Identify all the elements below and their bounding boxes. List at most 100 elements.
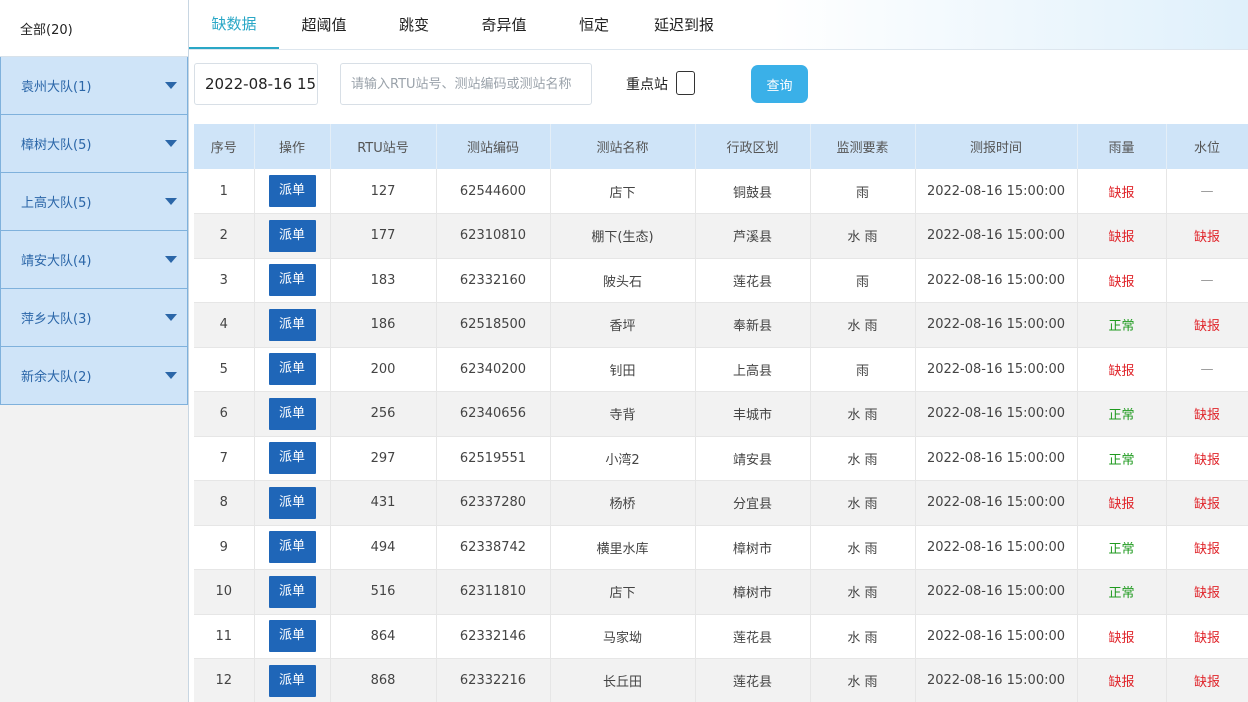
cell-no: 12 <box>194 658 255 702</box>
cell-element-text: 水 雨 <box>847 319 878 335</box>
cell-name-text: 棚下(生态) <box>591 230 654 246</box>
cell-no: 7 <box>194 436 255 481</box>
cell-rtu-text: 516 <box>370 584 396 600</box>
chevron-down-icon[interactable] <box>165 82 177 89</box>
sidebar-group-yuanzhou[interactable]: 袁州大队(1) <box>0 57 188 115</box>
cell-region-text: 樟树市 <box>732 586 772 602</box>
cell-water: 缺报 <box>1166 480 1248 526</box>
cell-element: 水 雨 <box>810 480 916 526</box>
dispatch-button[interactable]: 派单 <box>268 175 316 207</box>
sidebar-group-zhangshu[interactable]: 樟树大队(5) <box>0 115 188 173</box>
cell-rain: 缺报 <box>1077 614 1167 659</box>
cell-time: 2022-08-16 15:00:00 <box>915 302 1078 348</box>
cell-code: 62332216 <box>436 658 551 702</box>
sidebar-group-label: 樟树大队(5) <box>21 138 92 153</box>
cell-code-text: 62332160 <box>459 272 527 288</box>
cell-region: 靖安县 <box>695 436 811 481</box>
dispatch-button[interactable]: 派单 <box>268 620 316 653</box>
cell-element-text: 水 雨 <box>847 586 878 602</box>
chevron-down-icon[interactable] <box>165 372 177 379</box>
cell-time-text: 2022-08-16 15:00:00 <box>926 584 1066 600</box>
tab-jump[interactable]: 跳变 <box>369 0 459 49</box>
header-time: 测报时间 <box>915 124 1078 169</box>
sidebar-group-pingxiang[interactable]: 萍乡大队(3) <box>0 289 188 347</box>
key-station-checkbox[interactable] <box>676 71 695 95</box>
cell-time-text: 2022-08-16 15:00:00 <box>926 228 1066 244</box>
cell-no: 2 <box>194 213 255 259</box>
cell-water-text: — <box>1200 183 1214 199</box>
cell-rain-text: 缺报 <box>1108 675 1135 691</box>
cell-element: 雨 <box>810 258 916 303</box>
tab-missing-data[interactable]: 缺数据 <box>189 0 279 49</box>
chevron-down-icon[interactable] <box>165 256 177 263</box>
cell-water-text: 缺报 <box>1193 541 1220 557</box>
table-row: 12 派单 868 62332216 长丘田 莲花县 水 雨 2022-08-16 15:00… <box>194 658 1248 702</box>
cell-region: 上高县 <box>695 347 811 392</box>
cell-rain-text: 缺报 <box>1108 630 1135 646</box>
cell-code: 62310810 <box>436 213 551 259</box>
tab-outlier[interactable]: 奇异值 <box>459 0 549 49</box>
cell-code-text: 62518500 <box>459 317 527 333</box>
dispatch-button[interactable]: 派单 <box>268 353 316 386</box>
date-input[interactable] <box>194 63 318 105</box>
dispatch-button[interactable]: 派单 <box>268 664 316 697</box>
cell-name-text: 香坪 <box>609 319 636 335</box>
cell-rain-text: 正常 <box>1108 319 1135 335</box>
cell-rtu: 177 <box>330 213 437 259</box>
header-rain: 雨量 <box>1077 124 1167 169</box>
cell-rtu: 256 <box>330 391 437 437</box>
cell-name: 杨桥 <box>550 480 696 526</box>
dispatch-button[interactable]: 派单 <box>268 397 316 430</box>
cell-rtu-text: 868 <box>370 673 396 689</box>
cell-code-text: 62310810 <box>459 228 527 244</box>
cell-element-text: 水 雨 <box>847 630 878 646</box>
dispatch-button[interactable]: 派单 <box>268 486 316 519</box>
cell-rtu: 516 <box>330 569 437 615</box>
cell-water: 缺报 <box>1166 525 1248 570</box>
cell-rtu: 494 <box>330 525 437 570</box>
cell-code: 62338742 <box>436 525 551 570</box>
dispatch-button[interactable]: 派单 <box>268 442 316 475</box>
cell-rain: 正常 <box>1077 436 1167 481</box>
chevron-down-icon[interactable] <box>165 314 177 321</box>
dispatch-button[interactable]: 派单 <box>268 308 316 341</box>
chevron-down-icon[interactable] <box>165 198 177 205</box>
cell-code: 62340200 <box>436 347 551 392</box>
cell-action: 派单 <box>254 391 331 437</box>
tab-delayed-report[interactable]: 延迟到报 <box>639 0 729 49</box>
table-row: 11 派单 864 62332146 马家坳 莲花县 水 雨 2022-08-16 15:00… <box>194 614 1248 659</box>
sidebar-item-all-label: 全部(20) <box>20 22 73 38</box>
cell-time-text: 2022-08-16 15:00:00 <box>926 539 1066 555</box>
sidebar-item-all[interactable]: 全部(20) <box>0 0 188 57</box>
chevron-down-icon[interactable] <box>165 140 177 147</box>
header-code: 测站编码 <box>436 124 551 169</box>
dispatch-button[interactable]: 派单 <box>268 264 316 297</box>
cell-water: — <box>1166 169 1248 214</box>
cell-name-text: 店下 <box>609 185 636 201</box>
cell-no-text: 9 <box>219 539 228 555</box>
table-header-row: 序号 操作 RTU站号 测站编码 测站名称 行政区划 监测要素 测报时间 雨量 … <box>194 124 1248 169</box>
cell-name-text: 小湾2 <box>605 452 640 468</box>
sidebar: 全部(20) 袁州大队(1) 樟树大队(5) 上高大队(5) 靖安大队(4) 萍… <box>0 0 189 702</box>
cell-code: 62332160 <box>436 258 551 303</box>
search-input[interactable] <box>340 63 592 105</box>
tab-constant[interactable]: 恒定 <box>549 0 639 49</box>
cell-region-text: 芦溪县 <box>732 230 772 246</box>
cell-element-text: 水 雨 <box>847 452 878 468</box>
dispatch-button[interactable]: 派单 <box>268 575 316 608</box>
tab-over-threshold[interactable]: 超阈值 <box>279 0 369 49</box>
cell-region-text: 铜鼓县 <box>732 185 772 201</box>
sidebar-group-jingan[interactable]: 靖安大队(4) <box>0 231 188 289</box>
cell-no-text: 4 <box>219 317 228 333</box>
cell-time: 2022-08-16 15:00:00 <box>915 658 1078 702</box>
query-button[interactable]: 查询 <box>751 65 808 103</box>
cell-no-text: 12 <box>215 673 233 689</box>
cell-no: 3 <box>194 258 255 303</box>
cell-element: 水 雨 <box>810 614 916 659</box>
cell-no-text: 11 <box>215 628 233 644</box>
dispatch-button[interactable]: 派单 <box>268 531 316 564</box>
sidebar-group-xinyu[interactable]: 新余大队(2) <box>0 347 188 405</box>
cell-name-text: 店下 <box>609 586 636 602</box>
dispatch-button[interactable]: 派单 <box>268 219 316 252</box>
sidebar-group-shanggao[interactable]: 上高大队(5) <box>0 173 188 231</box>
